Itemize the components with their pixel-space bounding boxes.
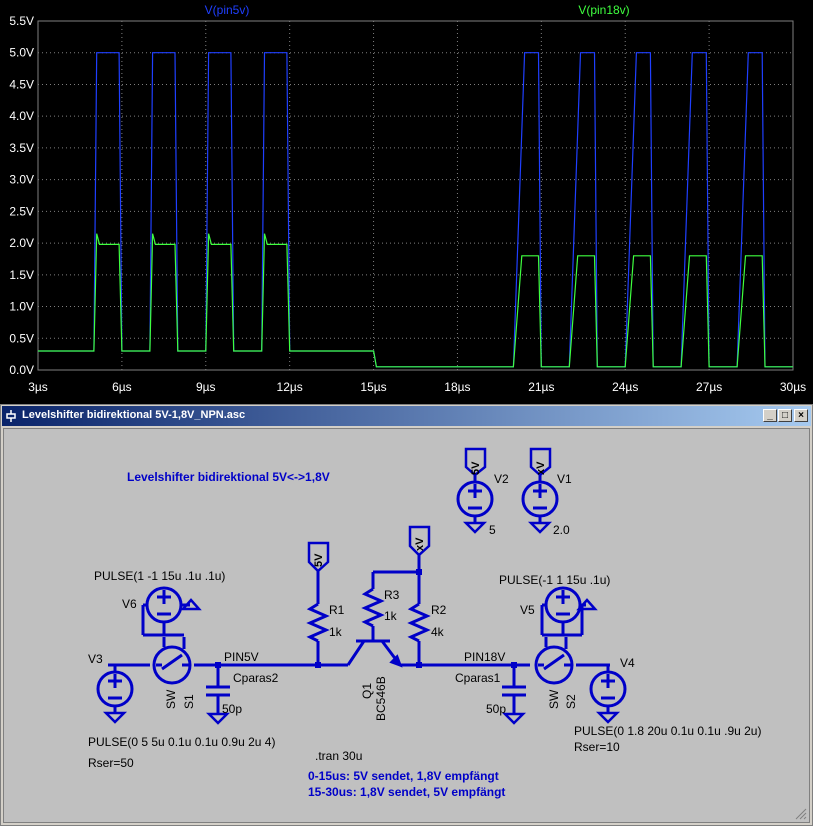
- x-tick-label: 6µs: [112, 380, 132, 394]
- window-titlebar[interactable]: Levelshifter bidirektional 5V-1,8V_NPN.a…: [2, 406, 811, 426]
- trace-label-pin5v[interactable]: V(pin5v): [205, 3, 250, 17]
- s2-switch-symbol[interactable]: [534, 637, 574, 685]
- v4-name: V4: [620, 656, 635, 670]
- schematic-window: Levelshifter bidirektional 5V-1,8V_NPN.a…: [0, 404, 813, 826]
- v6-name: V6: [122, 597, 137, 611]
- v3-source-symbol[interactable]: [96, 665, 134, 724]
- y-tick-label: 0.5V: [9, 331, 34, 345]
- y-tick-label: 2.0V: [9, 236, 34, 250]
- cparas1-value: 50p: [486, 702, 507, 716]
- s1-model: SW: [164, 689, 178, 709]
- r3-value: 1k: [384, 609, 397, 623]
- r2-name: R2: [431, 603, 447, 617]
- comment-line-2[interactable]: 15-30us: 1,8V sendet, 5V empfängt: [308, 785, 505, 799]
- flag-xv-r2: xV: [414, 537, 426, 551]
- schematic-file-icon: [6, 410, 16, 422]
- x-tick-label: 3µs: [28, 380, 48, 394]
- v1-name: V1: [557, 472, 572, 486]
- tran-directive[interactable]: .tran 30u: [315, 749, 362, 763]
- r1-value: 1k: [329, 625, 342, 639]
- v4-source-symbol[interactable]: [589, 665, 627, 724]
- v3-pulse: PULSE(0 5 5u 0.1u 0.1u 0.9u 2u 4): [88, 735, 276, 749]
- waveform-plot-pane[interactable]: 5.5V 5.0V 4.5V 4.0V 3.5V 3.0V 2.5V 2.0V 1.5V 1.0V…: [0, 0, 813, 404]
- window-title: Levelshifter bidirektional 5V-1,8V_NPN.a…: [22, 409, 246, 421]
- r3-name: R3: [384, 588, 400, 602]
- x-tick-label: 24µs: [612, 380, 638, 394]
- v3-rser: Rser=50: [88, 756, 134, 770]
- y-tick-label: 3.0V: [9, 173, 34, 187]
- v1-value: 2.0: [553, 523, 570, 537]
- y-tick-label: 4.0V: [9, 109, 34, 123]
- x-axis-ticks: 3µs 6µs 9µs 12µs 15µs 18µs 21µs 24µs 27µs 30µs: [28, 380, 806, 394]
- s1-switch-symbol[interactable]: [152, 637, 192, 685]
- cparas2-value: 50p: [222, 702, 243, 716]
- trace-label-pin18v[interactable]: V(pin18v): [578, 3, 629, 17]
- x-tick-label: 27µs: [696, 380, 722, 394]
- y-tick-label: 2.5V: [9, 204, 34, 218]
- cparas1-name: Cparas1: [455, 671, 501, 685]
- y-tick-label: 3.5V: [9, 141, 34, 155]
- maximize-button[interactable]: □: [778, 409, 792, 422]
- s2-model: SW: [547, 689, 561, 709]
- x-tick-label: 18µs: [444, 380, 470, 394]
- s2-name: S2: [564, 694, 578, 709]
- v4-rser: Rser=10: [574, 740, 620, 754]
- v6-source-symbol[interactable]: [141, 586, 202, 637]
- flag-5v-r1: 5V: [313, 553, 325, 567]
- r2-value: 4k: [431, 625, 444, 639]
- y-tick-label: 0.0V: [9, 363, 34, 377]
- net-pin5v: PIN5V: [224, 650, 259, 664]
- x-tick-label: 9µs: [196, 380, 216, 394]
- y-tick-label: 4.5V: [9, 77, 34, 91]
- close-button[interactable]: ×: [794, 409, 808, 422]
- v3-name: V3: [88, 652, 103, 666]
- flag-xv-top: xV: [535, 461, 547, 475]
- trace-pin5v: [38, 52, 793, 368]
- v4-pulse: PULSE(0 1.8 20u 0.1u 0.1u .9u 2u): [574, 724, 762, 738]
- y-tick-label: 5.5V: [9, 14, 34, 28]
- net-pin18v: PIN18V: [464, 650, 506, 664]
- q1-name: Q1: [360, 682, 374, 699]
- x-tick-label: 15µs: [360, 380, 386, 394]
- v5-name: V5: [520, 603, 535, 617]
- resize-grip-icon[interactable]: [795, 808, 807, 820]
- schematic-canvas[interactable]: 5V xV 5V xV Levelshifter bidirektional 5…: [3, 428, 810, 823]
- q1-model: BC546B: [374, 676, 388, 721]
- waveform-chart: 5.5V 5.0V 4.5V 4.0V 3.5V 3.0V 2.5V 2.0V 1.5V 1.0V…: [9, 3, 806, 394]
- schematic-heading[interactable]: Levelshifter bidirektional 5V<->1,8V: [127, 470, 330, 484]
- r1-name: R1: [329, 603, 345, 617]
- v5-source-symbol[interactable]: [540, 586, 598, 637]
- minimize-button[interactable]: _: [763, 409, 777, 422]
- q1-transistor-symbol[interactable]: [346, 639, 403, 668]
- y-tick-label: 1.5V: [9, 268, 34, 282]
- v6-pulse: PULSE(1 -1 15u .1u .1u): [94, 569, 226, 583]
- x-tick-label: 30µs: [780, 380, 806, 394]
- cparas2-name: Cparas2: [233, 671, 279, 685]
- comment-line-1[interactable]: 0-15us: 5V sendet, 1,8V empfängt: [308, 769, 499, 783]
- x-tick-label: 21µs: [528, 380, 554, 394]
- y-tick-label: 5.0V: [9, 46, 34, 60]
- v5-pulse: PULSE(-1 1 15u .1u): [499, 573, 611, 587]
- flag-5v-top: 5V: [470, 461, 482, 475]
- y-axis-ticks: 5.5V 5.0V 4.5V 4.0V 3.5V 3.0V 2.5V 2.0V 1.5V 1.0V…: [9, 14, 34, 377]
- v2-name: V2: [494, 472, 509, 486]
- x-tick-label: 12µs: [277, 380, 303, 394]
- y-tick-label: 1.0V: [9, 300, 34, 314]
- plot-traces: [38, 52, 793, 368]
- s1-name: S1: [182, 694, 196, 709]
- v2-value: 5: [489, 523, 496, 537]
